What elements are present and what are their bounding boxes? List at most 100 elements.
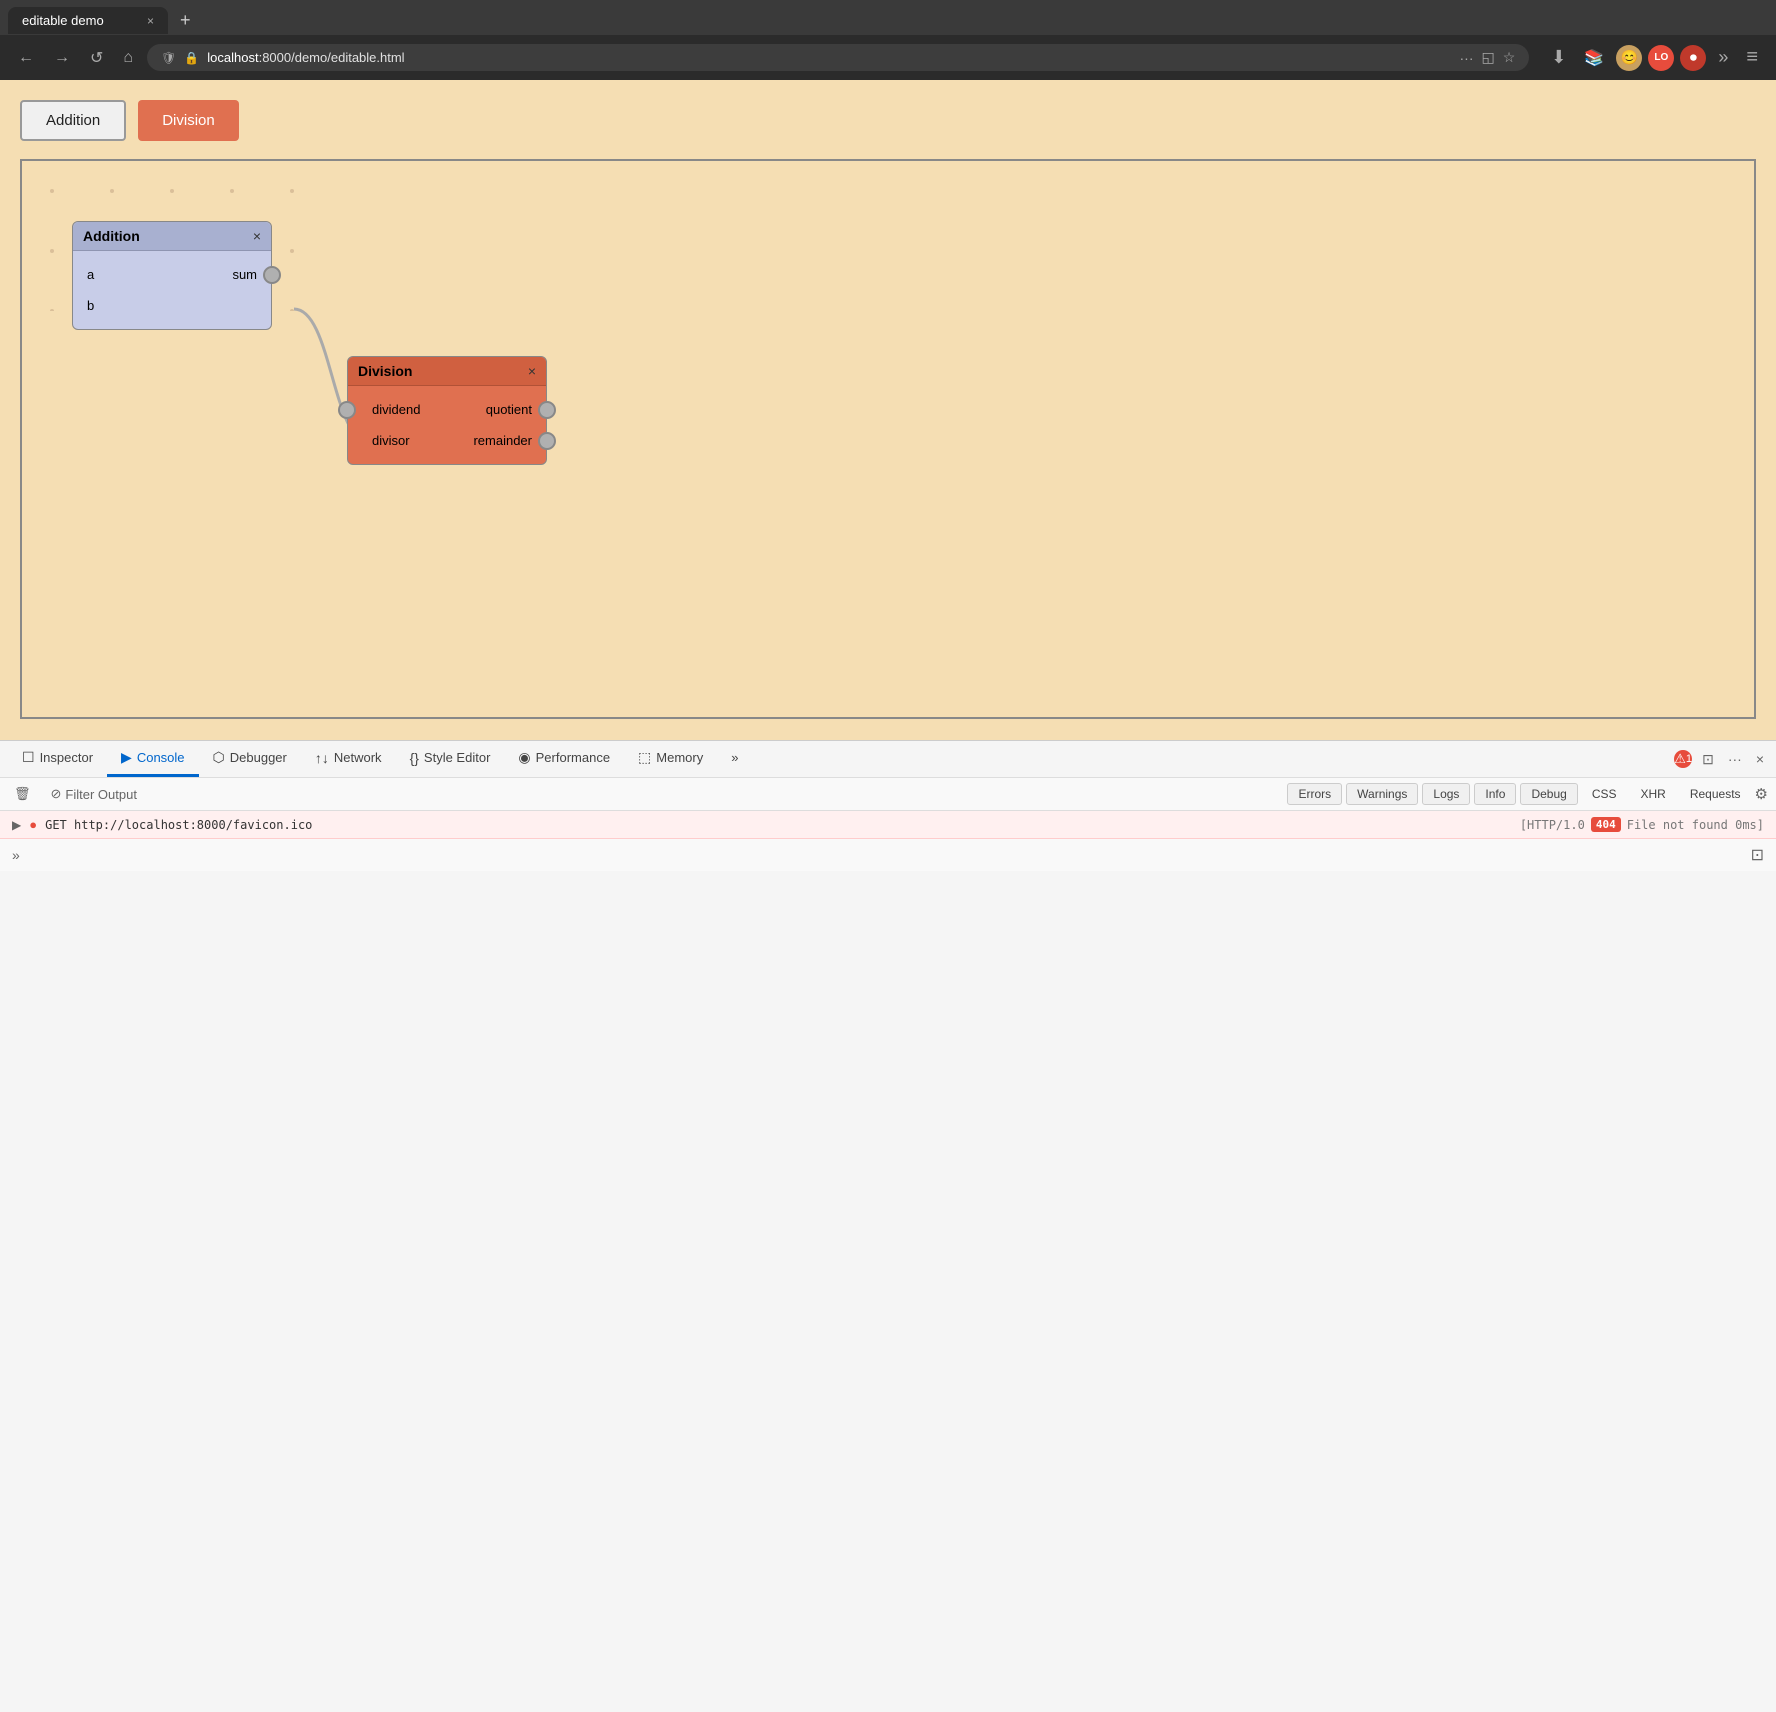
filter-logs-btn[interactable]: Logs bbox=[1422, 783, 1470, 805]
forward-btn[interactable]: → bbox=[48, 45, 76, 71]
console-settings-btn[interactable]: ⚙ bbox=[1755, 783, 1768, 805]
bookmark-icon[interactable]: ☆ bbox=[1503, 49, 1516, 66]
filter-icon: ⊘ bbox=[51, 786, 62, 802]
devtools-split-btn[interactable]: ⊡ bbox=[1698, 747, 1718, 772]
address-text: localhost:8000/demo/editable.html bbox=[207, 50, 1451, 65]
clear-console-btn[interactable]: 🗑 bbox=[8, 782, 37, 806]
console-log-row: ▶ ● GET http://localhost:8000/favicon.ic… bbox=[0, 811, 1776, 839]
addition-node-header: Addition × bbox=[73, 222, 271, 251]
more-btn[interactable]: ··· bbox=[1460, 50, 1474, 66]
addition-port-row-a: a sum bbox=[73, 259, 271, 290]
avatar-btn-2[interactable]: LO bbox=[1648, 45, 1674, 71]
log-http-meta: [HTTP/1.0 bbox=[1520, 818, 1585, 832]
addition-port-row-b: b bbox=[73, 290, 271, 321]
log-error-icon: ● bbox=[29, 817, 37, 832]
division-node-title: Division bbox=[358, 363, 412, 379]
overflow-btn[interactable]: » bbox=[1712, 45, 1734, 70]
error-icon: ⚠ bbox=[1674, 751, 1686, 767]
address-host: localhost bbox=[207, 50, 258, 65]
style-editor-icon: {} bbox=[410, 750, 419, 766]
devtools-close-btn[interactable]: × bbox=[1752, 747, 1768, 771]
addition-close-btn[interactable]: × bbox=[253, 228, 261, 244]
library-btn[interactable]: 📚 bbox=[1578, 44, 1610, 72]
console-bottom-right: ⊡ bbox=[1751, 845, 1764, 865]
addition-port-a-label: a bbox=[87, 267, 94, 282]
devtools-more-btn[interactable]: ··· bbox=[1724, 747, 1746, 771]
filter-debug-btn[interactable]: Debug bbox=[1520, 783, 1577, 805]
division-dividend-port[interactable] bbox=[338, 401, 356, 419]
division-port-row-dividend: dividend quotient bbox=[348, 394, 546, 425]
console-filter-btns: Errors Warnings Logs Info Debug CSS XHR … bbox=[1287, 783, 1768, 805]
addition-sum-port[interactable] bbox=[263, 266, 281, 284]
pocket-icon[interactable]: ◱ bbox=[1482, 49, 1495, 66]
tab-style-editor[interactable]: {} Style Editor bbox=[396, 742, 505, 777]
browser-chrome: editable demo × + ← → ↺ ⌂ 🛡 🔒 localhost:… bbox=[0, 0, 1776, 80]
tab-debugger[interactable]: ⬡ Debugger bbox=[199, 741, 301, 777]
log-meta: [HTTP/1.0 404 File not found 0ms] bbox=[1520, 817, 1764, 832]
reload-btn[interactable]: ↺ bbox=[84, 44, 109, 72]
trash-icon: 🗑 bbox=[14, 786, 31, 802]
record-btn[interactable]: ⏺ bbox=[1680, 45, 1706, 71]
console-layout-btn[interactable]: ⊡ bbox=[1751, 845, 1764, 865]
nav-bar: ← → ↺ ⌂ 🛡 🔒 localhost:8000/demo/editable… bbox=[0, 35, 1776, 80]
address-bar[interactable]: 🛡 🔒 localhost:8000/demo/editable.html ··… bbox=[147, 44, 1529, 71]
division-quotient-port[interactable] bbox=[538, 401, 556, 419]
division-node-body: dividend quotient divisor remainder bbox=[348, 386, 546, 464]
filter-errors-btn[interactable]: Errors bbox=[1287, 783, 1342, 805]
tab-console[interactable]: ▶ Console bbox=[107, 741, 198, 777]
division-port-quotient-label: quotient bbox=[486, 402, 532, 417]
filter-output-btn[interactable]: ⊘ Filter Output bbox=[45, 782, 143, 806]
menu-btn[interactable]: ≡ bbox=[1740, 44, 1764, 71]
tab-close-btn[interactable]: × bbox=[147, 14, 154, 28]
home-btn[interactable]: ⌂ bbox=[117, 45, 139, 71]
addition-node-body: a sum b bbox=[73, 251, 271, 329]
canvas-area[interactable]: Addition × a sum b Division × bbox=[20, 159, 1756, 719]
addition-node[interactable]: Addition × a sum b bbox=[72, 221, 272, 330]
division-port-dividend-label: dividend bbox=[362, 402, 420, 417]
devtools-panel: ☐ Inspector ▶ Console ⬡ Debugger ↑↓ Netw… bbox=[0, 740, 1776, 871]
new-tab-btn[interactable]: + bbox=[172, 6, 199, 35]
division-node-header: Division × bbox=[348, 357, 546, 386]
xhr-filter-btn[interactable]: XHR bbox=[1631, 783, 1676, 805]
log-status-text: File not found 0ms] bbox=[1627, 818, 1764, 832]
tab-overflow[interactable]: » bbox=[717, 742, 752, 776]
lock-icon: 🔒 bbox=[184, 51, 199, 65]
browser-actions: ⬇ 📚 😊 LO ⏺ » ≡ bbox=[1545, 43, 1764, 72]
log-expand-btn[interactable]: ▶ bbox=[12, 818, 21, 832]
devtools-toolbar: ☐ Inspector ▶ Console ⬡ Debugger ↑↓ Netw… bbox=[0, 741, 1776, 778]
addition-port-sum-label: sum bbox=[232, 267, 257, 282]
download-btn[interactable]: ⬇ bbox=[1545, 43, 1572, 72]
console-chevron-btn[interactable]: » bbox=[12, 847, 20, 863]
filter-warnings-btn[interactable]: Warnings bbox=[1346, 783, 1418, 805]
tab-memory[interactable]: ⬚ Memory bbox=[624, 741, 717, 777]
css-filter-btn[interactable]: CSS bbox=[1582, 783, 1627, 805]
log-text: GET http://localhost:8000/favicon.ico bbox=[45, 818, 1512, 832]
tab-bar: editable demo × + bbox=[0, 0, 1776, 35]
avatar-btn-1[interactable]: 😊 bbox=[1616, 45, 1642, 71]
back-btn[interactable]: ← bbox=[12, 45, 40, 71]
inspector-icon: ☐ bbox=[22, 749, 35, 766]
console-filter-bar: 🗑 ⊘ Filter Output Errors Warnings Logs I… bbox=[0, 778, 1776, 811]
shield-icon: 🛡 bbox=[161, 51, 176, 65]
tab-performance[interactable]: ◉ Performance bbox=[504, 741, 624, 777]
console-bottom-bar: » ⊡ bbox=[0, 839, 1776, 871]
active-tab[interactable]: editable demo × bbox=[8, 7, 168, 34]
requests-filter-btn[interactable]: Requests bbox=[1680, 783, 1751, 805]
tab-title: editable demo bbox=[22, 13, 104, 28]
tab-inspector[interactable]: ☐ Inspector bbox=[8, 741, 107, 777]
addition-port-b-label: b bbox=[87, 298, 94, 313]
addition-btn[interactable]: Addition bbox=[20, 100, 126, 141]
division-close-btn[interactable]: × bbox=[528, 363, 536, 379]
performance-icon: ◉ bbox=[518, 749, 530, 766]
division-port-remainder-label: remainder bbox=[473, 433, 532, 448]
division-port-row-divisor: divisor remainder bbox=[348, 425, 546, 456]
debugger-icon: ⬡ bbox=[213, 749, 225, 766]
filter-info-btn[interactable]: Info bbox=[1474, 783, 1516, 805]
division-btn[interactable]: Division bbox=[138, 100, 239, 141]
console-icon: ▶ bbox=[121, 749, 132, 766]
tab-network[interactable]: ↑↓ Network bbox=[301, 742, 396, 777]
http-status-badge: 404 bbox=[1591, 817, 1621, 832]
division-remainder-port[interactable] bbox=[538, 432, 556, 450]
memory-icon: ⬚ bbox=[638, 749, 651, 766]
division-node[interactable]: Division × dividend quotient divisor rem… bbox=[347, 356, 547, 465]
